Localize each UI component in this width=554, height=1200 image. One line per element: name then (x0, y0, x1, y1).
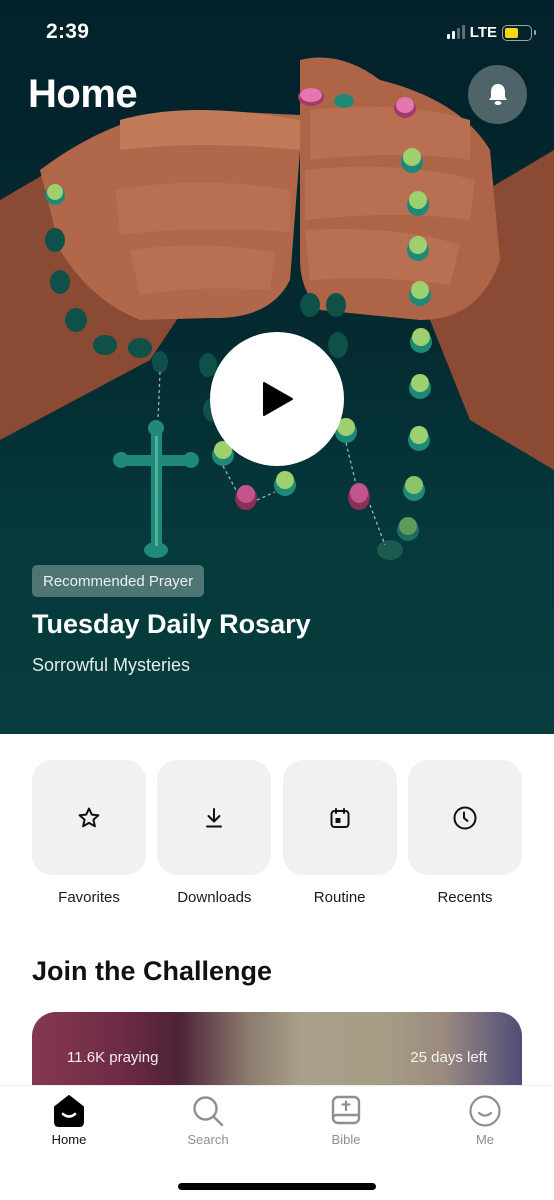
downloads-button[interactable]: Downloads (157, 760, 272, 906)
routine-tile[interactable] (282, 760, 397, 875)
clock-icon (453, 806, 477, 829)
notifications-button[interactable] (468, 65, 527, 124)
network-label: LTE (469, 24, 497, 41)
prayer-subtitle: Sorrowful Mysteries (32, 655, 191, 675)
play-icon (263, 382, 293, 416)
tab-bar: Home Search Bible Me (0, 1085, 554, 1200)
prayer-title[interactable]: Tuesday Daily Rosary (32, 609, 311, 640)
hero-banner[interactable]: 2:39 LTE Home Recommended Prayer Tuesday… (0, 0, 554, 734)
recents-label: Recents (437, 889, 493, 906)
quick-actions: Favorites Downloads Routine Recents (32, 760, 522, 906)
downloads-label: Downloads (177, 889, 252, 906)
home-indicator[interactable] (178, 1183, 376, 1190)
status-bar: 2:39 LTE (0, 0, 554, 64)
calendar-icon (330, 807, 350, 828)
tab-search-label: Search (187, 1132, 229, 1147)
tab-home[interactable]: Home (29, 1094, 109, 1147)
status-indicators: LTE (446, 24, 536, 41)
routine-button[interactable]: Routine (282, 760, 397, 906)
favorites-label: Favorites (58, 889, 120, 906)
routine-label: Routine (313, 889, 366, 906)
favorites-tile[interactable] (32, 760, 146, 875)
download-icon (206, 807, 223, 827)
search-icon (193, 1096, 224, 1127)
tab-me[interactable]: Me (445, 1094, 525, 1147)
tab-home-label: Home (51, 1132, 87, 1147)
page-title: Home (28, 72, 138, 116)
star-icon (78, 807, 100, 827)
tab-search[interactable]: Search (168, 1094, 248, 1147)
challenge-section-title: Join the Challenge (32, 956, 273, 986)
favorites-button[interactable]: Favorites (32, 760, 146, 906)
downloads-tile[interactable] (157, 760, 272, 875)
play-button[interactable] (210, 332, 344, 466)
signal-icon (446, 25, 465, 39)
recents-button[interactable]: Recents (407, 760, 522, 906)
praying-count: 11.6K praying (67, 1049, 159, 1066)
recommended-badge: Recommended Prayer (32, 565, 205, 597)
days-left: 25 days left (410, 1049, 487, 1066)
recents-tile[interactable] (407, 760, 522, 875)
bible-icon (331, 1095, 361, 1125)
bell-icon (488, 83, 507, 105)
home-icon (54, 1095, 84, 1127)
tab-bible-label: Bible (331, 1132, 361, 1147)
status-time: 2:39 (46, 20, 90, 43)
tab-me-label: Me (475, 1132, 495, 1147)
tab-bible[interactable]: Bible (306, 1094, 386, 1147)
profile-icon (469, 1095, 501, 1127)
battery-icon (502, 24, 536, 41)
